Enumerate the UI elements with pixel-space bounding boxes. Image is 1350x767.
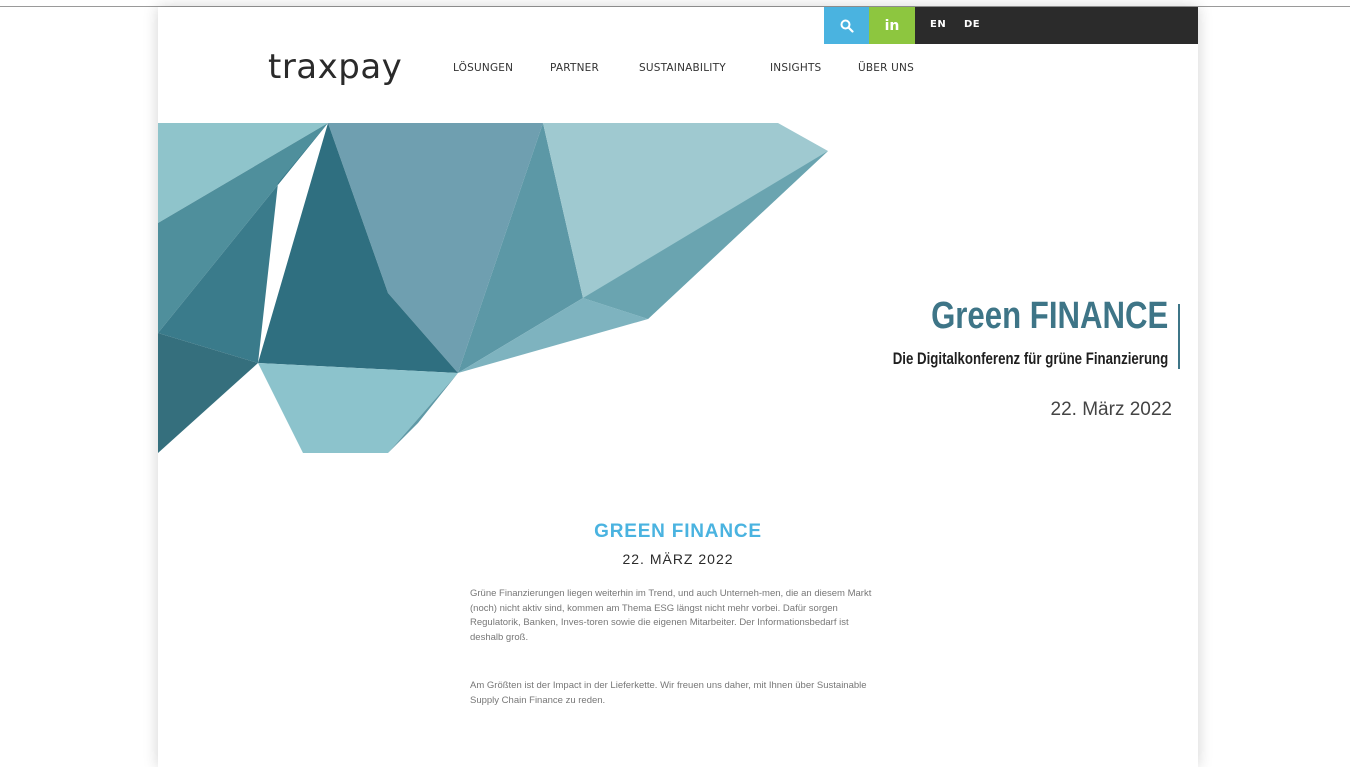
nav-item-insights[interactable]: INSIGHTS	[770, 62, 821, 74]
nav-item-partner[interactable]: PARTNER	[550, 62, 599, 74]
nav-item-loesungen[interactable]: LÖSUNGEN	[453, 62, 513, 74]
hero-date: 22. März 2022	[1050, 399, 1172, 420]
search-button[interactable]	[824, 7, 869, 44]
linkedin-icon: in	[884, 17, 900, 34]
hero-title: Green FINANCE	[930, 295, 1168, 337]
lang-de-link[interactable]: DE	[964, 19, 980, 30]
section-title: GREEN FINANCE	[594, 521, 762, 542]
hero-polygon-graphic	[158, 123, 828, 453]
lang-en-link[interactable]: EN	[930, 19, 946, 30]
intro-paragraph-2: Am Größten ist der Impact in der Lieferk…	[470, 680, 867, 706]
page-container: in EN DE traxpay LÖSUNGEN PARTNER SUSTAI…	[158, 7, 1198, 767]
search-icon	[840, 19, 854, 33]
utility-bar: in EN DE	[824, 7, 1198, 44]
nav-item-sustainability[interactable]: SUSTAINABILITY	[639, 62, 726, 74]
logo[interactable]: traxpay	[268, 47, 402, 87]
intro-paragraph-1: Grüne Finanzierungen liegen weiterhin im…	[470, 588, 872, 643]
nav-item-ueber-uns[interactable]: ÜBER UNS	[858, 62, 914, 74]
hero-accent-bar	[1178, 304, 1180, 369]
linkedin-button[interactable]: in	[869, 7, 915, 44]
hero-subtitle: Die Digitalkonferenz für grüne Finanzier…	[892, 349, 1168, 368]
section-date: 22. MÄRZ 2022	[622, 551, 734, 567]
